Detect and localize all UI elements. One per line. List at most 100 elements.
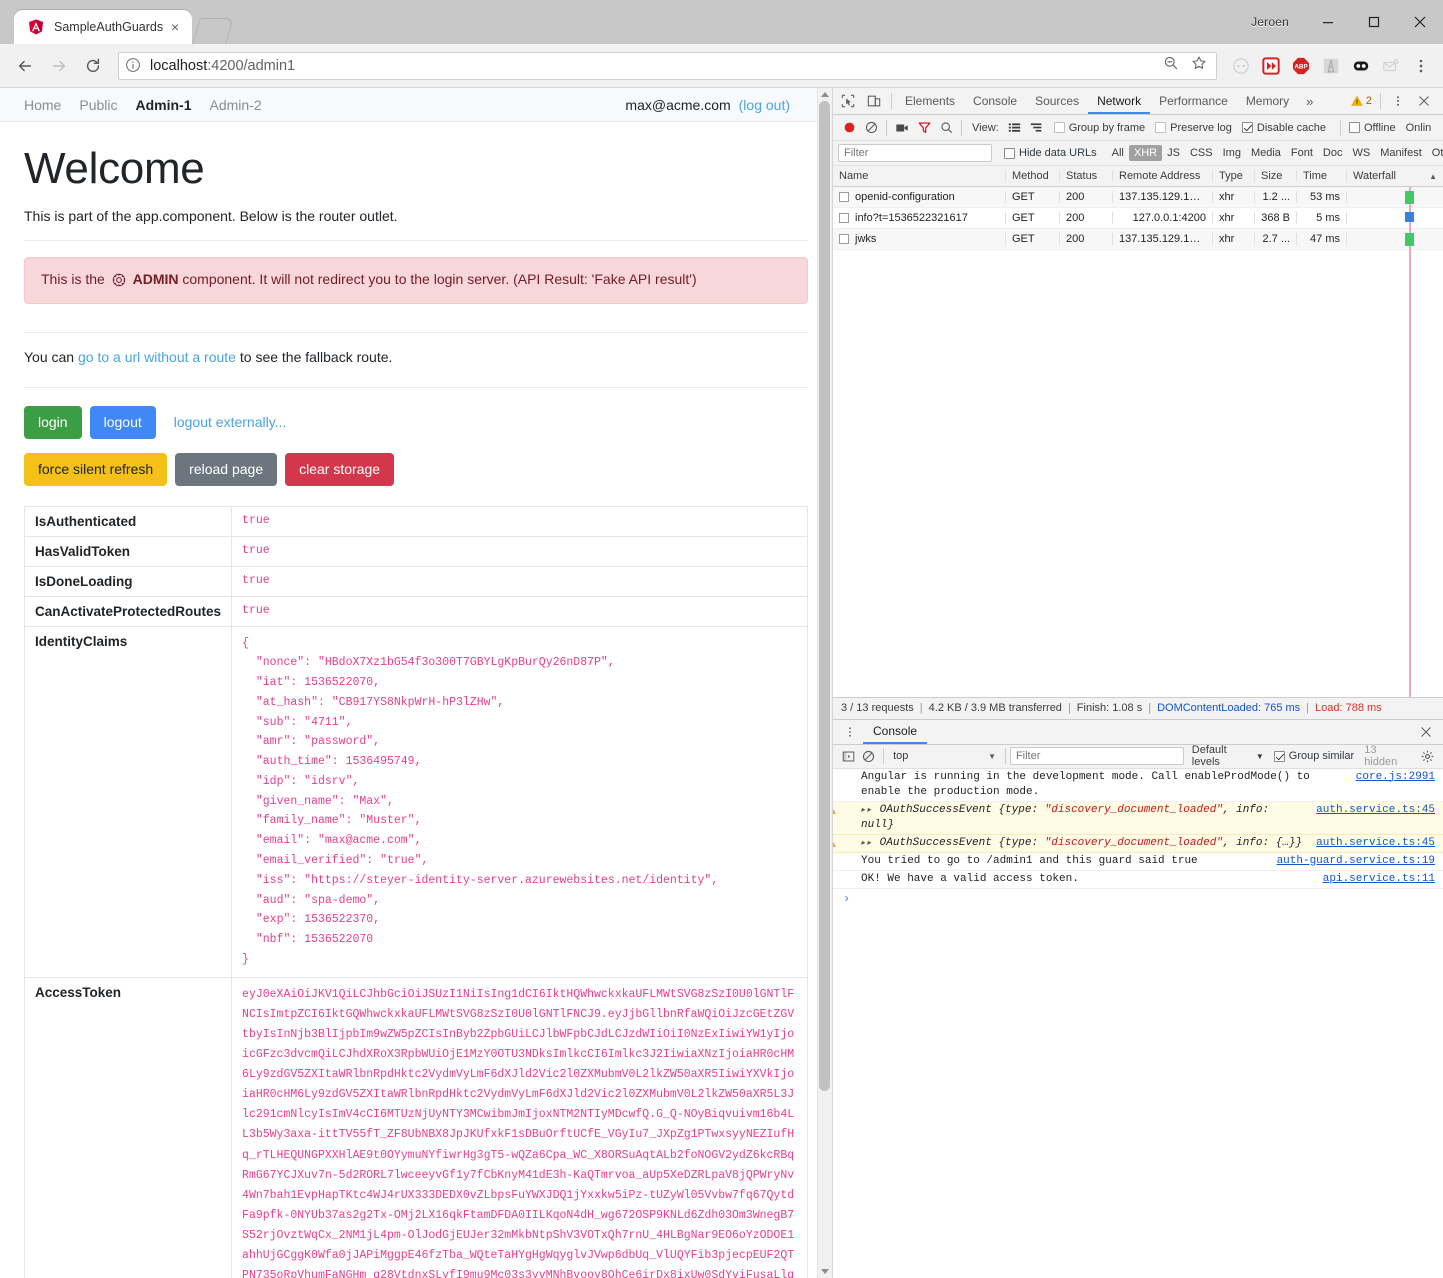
network-request-list[interactable]: openid-configuration GET 200 137.135.129… [833, 187, 1443, 697]
drawer-menu-icon[interactable] [837, 720, 863, 744]
maximize-button[interactable] [1351, 6, 1397, 38]
inspect-element-icon[interactable] [835, 89, 861, 113]
filter-type-ws[interactable]: WS [1347, 145, 1375, 161]
force-silent-refresh-button[interactable]: force silent refresh [24, 452, 168, 486]
filter-type-manifest[interactable]: Manifest [1375, 145, 1427, 161]
hide-data-urls-checkbox[interactable]: Hide data URLs [1004, 147, 1097, 159]
filter-type-all[interactable]: All [1107, 145, 1129, 161]
window-user-label[interactable]: Jeroen [1251, 15, 1289, 29]
console-context-select[interactable]: top ▼ [888, 747, 1001, 765]
console-row[interactable]: ▸ ▸ OAuthSuccessEvent {type: "discovery_d… [833, 801, 1443, 835]
fast-forward-extension-icon[interactable] [1259, 54, 1283, 78]
chrome-menu-icon[interactable] [1409, 54, 1433, 78]
view-tree-icon[interactable] [1026, 117, 1048, 139]
info-circle-icon[interactable] [125, 57, 143, 75]
capture-screenshots-icon[interactable] [891, 117, 913, 139]
console-row[interactable]: Angular is running in the development mo… [833, 769, 1443, 802]
two-dots-extension-icon[interactable] [1349, 54, 1373, 78]
column-header-remote-address[interactable]: Remote Address [1113, 170, 1213, 182]
drawer-close-icon[interactable] [1413, 720, 1439, 744]
expand-triangle-icon-2[interactable]: ▸ [867, 806, 871, 815]
eiffel-tower-extension-icon[interactable] [1319, 54, 1343, 78]
table-row[interactable]: info?t=1536522321617 GET 200 127.0.0.1:4… [833, 208, 1443, 229]
new-tab-button[interactable] [192, 18, 234, 44]
column-header-type[interactable]: Type [1213, 170, 1255, 182]
filter-type-doc[interactable]: Doc [1318, 145, 1348, 161]
login-button[interactable]: login [24, 406, 82, 439]
column-header-status[interactable]: Status [1060, 170, 1113, 182]
logout-button[interactable]: logout [89, 406, 156, 439]
column-header-waterfall[interactable]: Waterfall ▲ [1347, 170, 1443, 182]
address-bar[interactable]: localhost:4200/admin1 [118, 51, 1217, 80]
nav-link-admin-2[interactable]: Admin-2 [210, 97, 262, 113]
throttling-select[interactable]: Onlin [1406, 122, 1432, 134]
filter-type-xhr[interactable]: XHR [1128, 145, 1163, 161]
column-header-time[interactable]: Time [1297, 170, 1347, 182]
tab-sources[interactable]: Sources [1026, 88, 1088, 114]
console-levels-select[interactable]: Default levels ▼ [1192, 744, 1264, 768]
filter-type-css[interactable]: CSS [1185, 145, 1218, 161]
group-by-frame-checkbox[interactable]: Group by frame [1053, 122, 1145, 134]
no-route-link[interactable]: go to a url without a route [78, 349, 236, 365]
console-source-link[interactable]: api.service.ts:11 [1313, 872, 1435, 887]
search-icon[interactable] [935, 117, 957, 139]
log-out-link[interactable]: (log out) [739, 97, 790, 113]
preserve-log-checkbox[interactable]: Preserve log [1155, 122, 1232, 134]
network-filter-input[interactable] [838, 144, 992, 162]
nav-link-admin-1[interactable]: Admin-1 [136, 97, 192, 113]
logout-externally-link[interactable]: logout externally... [174, 414, 287, 430]
console-messages[interactable]: Angular is running in the development mo… [833, 768, 1443, 1278]
table-row[interactable]: jwks GET 200 137.135.129.175:... xhr 2.7… [833, 229, 1443, 250]
nav-link-public[interactable]: Public [79, 97, 117, 113]
console-source-link[interactable]: auth.service.ts:45 [1306, 836, 1435, 851]
close-button[interactable] [1397, 6, 1443, 38]
console-filter-input[interactable] [1009, 747, 1184, 765]
scroll-up-arrow-icon[interactable] [821, 92, 829, 97]
console-row[interactable]: ▸ ▸ OAuthSuccessEvent {type: "discovery_d… [833, 834, 1443, 853]
console-sidebar-icon[interactable] [838, 745, 859, 767]
group-similar-checkbox[interactable]: Group similar [1273, 750, 1354, 762]
reload-page-button[interactable]: reload page [175, 452, 278, 486]
column-header-size[interactable]: Size [1255, 170, 1297, 182]
toggle-device-toolbar-icon[interactable] [861, 89, 887, 113]
disable-cache-checkbox[interactable]: Disable cache [1241, 122, 1326, 134]
expand-triangle-icon[interactable]: ▸ [861, 839, 865, 848]
console-source-link[interactable]: auth.service.ts:45 [1306, 803, 1435, 818]
nav-link-home[interactable]: Home [24, 97, 61, 113]
browser-tab[interactable]: SampleAuthGuards × [14, 10, 192, 44]
more-tabs-icon[interactable]: » [1298, 94, 1321, 109]
tab-performance[interactable]: Performance [1150, 88, 1237, 114]
console-source-link[interactable]: core.js:2991 [1346, 770, 1435, 785]
page-scrollbar[interactable] [817, 88, 832, 1278]
minimize-button[interactable] [1305, 6, 1351, 38]
clear-button-icon[interactable] [860, 117, 882, 139]
clear-console-icon[interactable] [859, 745, 880, 767]
filter-funnel-icon[interactable] [913, 117, 935, 139]
clear-storage-button[interactable]: clear storage [285, 452, 395, 486]
console-prompt[interactable]: › [833, 889, 1443, 909]
column-header-method[interactable]: Method [1006, 170, 1060, 182]
expand-triangle-icon-2[interactable]: ▸ [867, 839, 871, 848]
bookmark-star-icon[interactable] [1191, 55, 1207, 76]
devtools-close-icon[interactable] [1411, 89, 1437, 113]
warning-count-badge[interactable]: 2 [1351, 95, 1372, 107]
offline-checkbox[interactable]: Offline [1348, 122, 1396, 134]
tab-network[interactable]: Network [1088, 88, 1151, 114]
zoom-out-icon[interactable] [1163, 55, 1179, 76]
scroll-down-arrow-icon[interactable] [821, 1269, 829, 1274]
adblock-plus-extension-icon[interactable]: ABP [1289, 54, 1313, 78]
filter-type-js[interactable]: JS [1162, 145, 1185, 161]
column-header-name[interactable]: Name [833, 170, 1006, 182]
console-row[interactable]: OK! We have a valid access token. api.se… [833, 871, 1443, 889]
filter-type-font[interactable]: Font [1286, 145, 1318, 161]
record-button-icon[interactable] [838, 117, 860, 139]
dots-circle-extension-icon[interactable] [1229, 54, 1253, 78]
back-icon[interactable] [10, 51, 40, 81]
tab-console[interactable]: Console [964, 88, 1026, 114]
filter-type-media[interactable]: Media [1246, 145, 1286, 161]
view-list-icon[interactable] [1004, 117, 1026, 139]
table-row[interactable]: openid-configuration GET 200 137.135.129… [833, 187, 1443, 208]
scrollbar-thumb[interactable] [819, 101, 830, 1091]
filter-type-other[interactable]: Other [1427, 145, 1443, 161]
filter-type-img[interactable]: Img [1218, 145, 1246, 161]
